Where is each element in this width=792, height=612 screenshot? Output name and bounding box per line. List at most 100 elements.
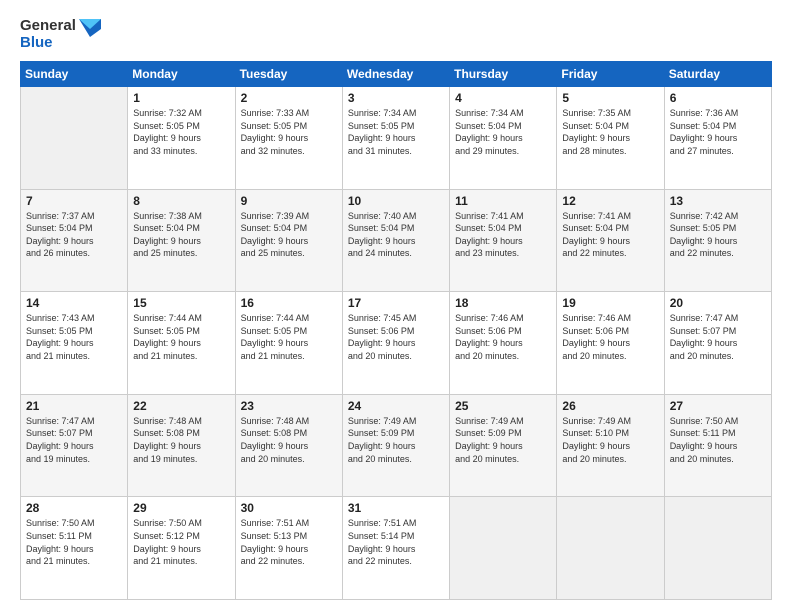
day-info: Sunrise: 7:50 AMSunset: 5:12 PMDaylight:… <box>133 517 230 567</box>
weekday-header: Monday <box>128 62 235 87</box>
calendar-cell: 31Sunrise: 7:51 AMSunset: 5:14 PMDayligh… <box>342 497 449 600</box>
day-info: Sunrise: 7:35 AMSunset: 5:04 PMDaylight:… <box>562 107 659 157</box>
day-info: Sunrise: 7:48 AMSunset: 5:08 PMDaylight:… <box>133 415 230 465</box>
day-number: 17 <box>348 296 445 310</box>
day-info: Sunrise: 7:46 AMSunset: 5:06 PMDaylight:… <box>455 312 552 362</box>
calendar-cell: 7 Sunrise: 7:37 AMSunset: 5:04 PMDaylight… <box>21 189 128 292</box>
calendar-cell: 26 Sunrise: 7:49 AMSunset: 5:10 PMDayligh… <box>557 394 664 497</box>
day-info: Sunrise: 7:41 AMSunset: 5:04 PMDaylight:… <box>562 210 659 260</box>
calendar-week-row: 28Sunrise: 7:50 AMSunset: 5:11 PMDayligh… <box>21 497 772 600</box>
calendar-cell: 5Sunrise: 7:35 AMSunset: 5:04 PMDaylight… <box>557 87 664 190</box>
calendar-week-row: 21 Sunrise: 7:47 AMSunset: 5:07 PMDayligh… <box>21 394 772 497</box>
calendar-cell <box>21 87 128 190</box>
day-number: 15 <box>133 296 230 310</box>
calendar-cell: 27 Sunrise: 7:50 AMSunset: 5:11 PMDayligh… <box>664 394 771 497</box>
calendar-cell: 10Sunrise: 7:40 AMSunset: 5:04 PMDayligh… <box>342 189 449 292</box>
day-info: Sunrise: 7:51 AMSunset: 5:13 PMDaylight:… <box>241 517 338 567</box>
day-number: 23 <box>241 399 338 413</box>
day-info: Sunrise: 7:34 AMSunset: 5:04 PMDaylight:… <box>455 107 552 157</box>
day-info: Sunrise: 7:45 AMSunset: 5:06 PMDaylight:… <box>348 312 445 362</box>
day-number: 27 <box>670 399 767 413</box>
weekday-header: Tuesday <box>235 62 342 87</box>
calendar-cell: 4 Sunrise: 7:34 AMSunset: 5:04 PMDaylight… <box>450 87 557 190</box>
day-number: 10 <box>348 194 445 208</box>
day-info: Sunrise: 7:32 AMSunset: 5:05 PMDaylight:… <box>133 107 230 157</box>
calendar-cell <box>557 497 664 600</box>
day-info: Sunrise: 7:50 AMSunset: 5:11 PMDaylight:… <box>670 415 767 465</box>
day-info: Sunrise: 7:49 AMSunset: 5:10 PMDaylight:… <box>562 415 659 465</box>
calendar-cell: 23 Sunrise: 7:48 AMSunset: 5:08 PMDayligh… <box>235 394 342 497</box>
calendar-cell: 8 Sunrise: 7:38 AMSunset: 5:04 PMDaylight… <box>128 189 235 292</box>
day-number: 7 <box>26 194 123 208</box>
day-number: 14 <box>26 296 123 310</box>
calendar-cell: 18 Sunrise: 7:46 AMSunset: 5:06 PMDayligh… <box>450 292 557 395</box>
day-info: Sunrise: 7:47 AMSunset: 5:07 PMDaylight:… <box>26 415 123 465</box>
weekday-header-row: SundayMondayTuesdayWednesdayThursdayFrid… <box>21 62 772 87</box>
calendar-cell <box>664 497 771 600</box>
day-number: 4 <box>455 91 552 105</box>
day-info: Sunrise: 7:37 AMSunset: 5:04 PMDaylight:… <box>26 210 123 260</box>
day-number: 24 <box>348 399 445 413</box>
header: General Blue <box>20 18 772 51</box>
calendar-cell: 13 Sunrise: 7:42 AMSunset: 5:05 PMDayligh… <box>664 189 771 292</box>
day-number: 28 <box>26 501 123 515</box>
weekday-header: Wednesday <box>342 62 449 87</box>
calendar-cell: 20Sunrise: 7:47 AMSunset: 5:07 PMDayligh… <box>664 292 771 395</box>
day-info: Sunrise: 7:36 AMSunset: 5:04 PMDaylight:… <box>670 107 767 157</box>
day-number: 11 <box>455 194 552 208</box>
calendar-cell: 22Sunrise: 7:48 AMSunset: 5:08 PMDayligh… <box>128 394 235 497</box>
calendar-week-row: 14 Sunrise: 7:43 AMSunset: 5:05 PMDayligh… <box>21 292 772 395</box>
calendar-week-row: 7 Sunrise: 7:37 AMSunset: 5:04 PMDaylight… <box>21 189 772 292</box>
calendar-cell: 12Sunrise: 7:41 AMSunset: 5:04 PMDayligh… <box>557 189 664 292</box>
logo: General Blue <box>20 18 101 51</box>
calendar-cell: 15 Sunrise: 7:44 AMSunset: 5:05 PMDayligh… <box>128 292 235 395</box>
day-number: 26 <box>562 399 659 413</box>
calendar-cell: 28Sunrise: 7:50 AMSunset: 5:11 PMDayligh… <box>21 497 128 600</box>
page: General Blue SundayMondayTuesdayWednesda… <box>0 0 792 612</box>
day-info: Sunrise: 7:48 AMSunset: 5:08 PMDaylight:… <box>241 415 338 465</box>
day-info: Sunrise: 7:43 AMSunset: 5:05 PMDaylight:… <box>26 312 123 362</box>
day-info: Sunrise: 7:34 AMSunset: 5:05 PMDaylight:… <box>348 107 445 157</box>
day-number: 18 <box>455 296 552 310</box>
calendar-cell <box>450 497 557 600</box>
calendar-cell: 29Sunrise: 7:50 AMSunset: 5:12 PMDayligh… <box>128 497 235 600</box>
day-number: 19 <box>562 296 659 310</box>
day-number: 13 <box>670 194 767 208</box>
day-number: 1 <box>133 91 230 105</box>
day-number: 6 <box>670 91 767 105</box>
day-info: Sunrise: 7:49 AMSunset: 5:09 PMDaylight:… <box>348 415 445 465</box>
weekday-header: Friday <box>557 62 664 87</box>
calendar-cell: 1 Sunrise: 7:32 AMSunset: 5:05 PMDaylight… <box>128 87 235 190</box>
calendar-cell: 16Sunrise: 7:44 AMSunset: 5:05 PMDayligh… <box>235 292 342 395</box>
day-info: Sunrise: 7:49 AMSunset: 5:09 PMDaylight:… <box>455 415 552 465</box>
day-info: Sunrise: 7:41 AMSunset: 5:04 PMDaylight:… <box>455 210 552 260</box>
weekday-header: Saturday <box>664 62 771 87</box>
calendar-cell: 2 Sunrise: 7:33 AMSunset: 5:05 PMDaylight… <box>235 87 342 190</box>
calendar-cell: 17 Sunrise: 7:45 AMSunset: 5:06 PMDayligh… <box>342 292 449 395</box>
calendar-cell: 30 Sunrise: 7:51 AMSunset: 5:13 PMDayligh… <box>235 497 342 600</box>
day-number: 8 <box>133 194 230 208</box>
weekday-header: Sunday <box>21 62 128 87</box>
day-info: Sunrise: 7:38 AMSunset: 5:04 PMDaylight:… <box>133 210 230 260</box>
weekday-header: Thursday <box>450 62 557 87</box>
day-number: 30 <box>241 501 338 515</box>
calendar-cell: 9Sunrise: 7:39 AMSunset: 5:04 PMDaylight… <box>235 189 342 292</box>
day-number: 25 <box>455 399 552 413</box>
calendar-cell: 3 Sunrise: 7:34 AMSunset: 5:05 PMDaylight… <box>342 87 449 190</box>
day-info: Sunrise: 7:46 AMSunset: 5:06 PMDaylight:… <box>562 312 659 362</box>
day-info: Sunrise: 7:44 AMSunset: 5:05 PMDaylight:… <box>133 312 230 362</box>
day-info: Sunrise: 7:44 AMSunset: 5:05 PMDaylight:… <box>241 312 338 362</box>
day-number: 3 <box>348 91 445 105</box>
calendar-cell: 25 Sunrise: 7:49 AMSunset: 5:09 PMDayligh… <box>450 394 557 497</box>
calendar-cell: 19 Sunrise: 7:46 AMSunset: 5:06 PMDayligh… <box>557 292 664 395</box>
day-number: 2 <box>241 91 338 105</box>
calendar-cell: 6 Sunrise: 7:36 AMSunset: 5:04 PMDaylight… <box>664 87 771 190</box>
day-number: 31 <box>348 501 445 515</box>
day-number: 21 <box>26 399 123 413</box>
calendar-cell: 21 Sunrise: 7:47 AMSunset: 5:07 PMDayligh… <box>21 394 128 497</box>
day-number: 20 <box>670 296 767 310</box>
day-info: Sunrise: 7:42 AMSunset: 5:05 PMDaylight:… <box>670 210 767 260</box>
calendar-cell: 14 Sunrise: 7:43 AMSunset: 5:05 PMDayligh… <box>21 292 128 395</box>
day-info: Sunrise: 7:33 AMSunset: 5:05 PMDaylight:… <box>241 107 338 157</box>
calendar-week-row: 1 Sunrise: 7:32 AMSunset: 5:05 PMDaylight… <box>21 87 772 190</box>
